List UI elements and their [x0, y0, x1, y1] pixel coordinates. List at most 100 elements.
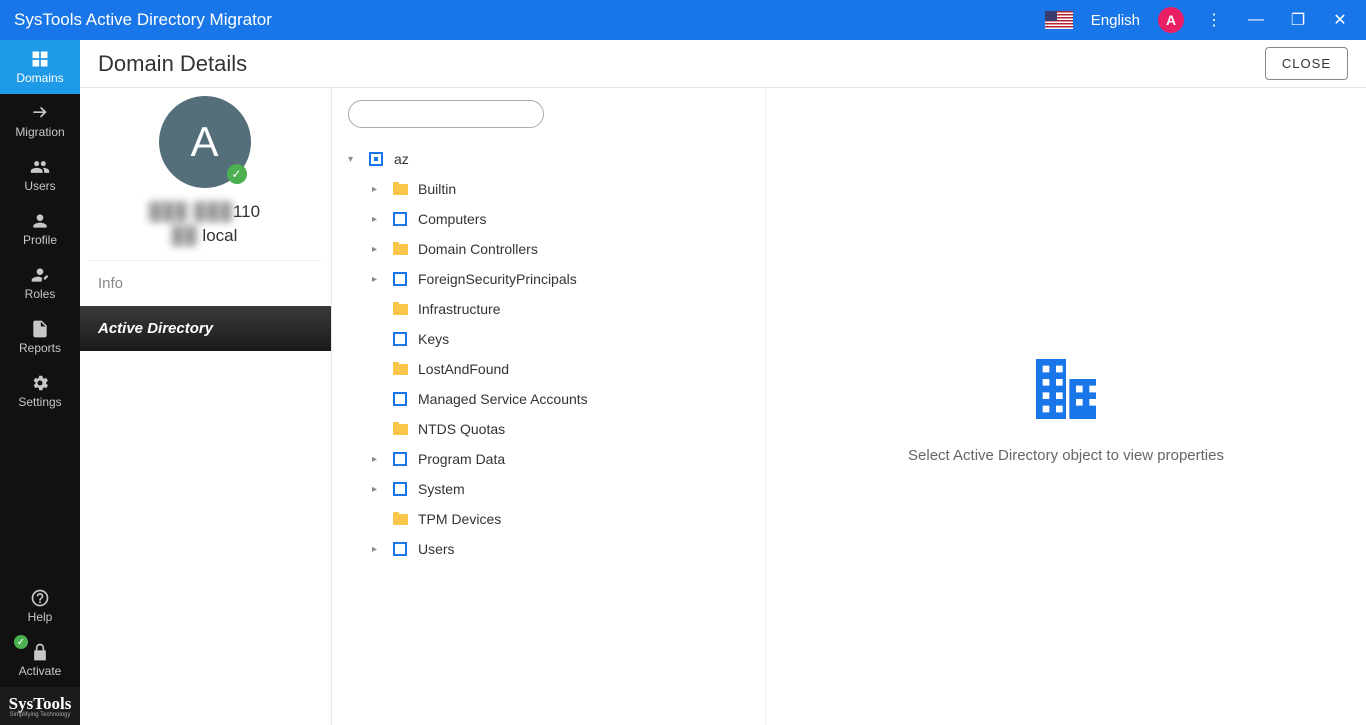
domain-name: ███ ███110 ██ local — [149, 200, 260, 248]
tree-node[interactable]: Infrastructure — [348, 294, 749, 324]
container-icon — [392, 542, 408, 556]
tree-node[interactable]: ▸ System — [348, 474, 749, 504]
domain-avatar-letter: A — [190, 118, 218, 166]
sidebar-item-label: Settings — [18, 395, 61, 409]
domain-avatar: A ✓ — [159, 96, 251, 188]
tree-node[interactable]: Keys — [348, 324, 749, 354]
user-avatar-button[interactable]: A — [1158, 7, 1184, 33]
expand-icon[interactable]: ▸ — [372, 484, 382, 495]
container-icon — [392, 212, 408, 226]
profile-icon — [30, 211, 50, 231]
tree-node[interactable]: ▸ Program Data — [348, 444, 749, 474]
tree-node-label: LostAndFound — [418, 361, 509, 377]
tree-node[interactable]: ▸ Users — [348, 534, 749, 564]
search-input[interactable] — [359, 107, 535, 122]
placeholder-message: Select Active Directory object to view p… — [908, 447, 1224, 464]
tab-active-directory[interactable]: Active Directory — [80, 306, 331, 351]
sidebar-item-reports[interactable]: Reports — [0, 310, 80, 364]
verified-badge-icon: ✓ — [227, 164, 247, 184]
brand-name: SysTools — [9, 694, 72, 714]
sidebar-item-label: Help — [28, 610, 53, 624]
page-title: Domain Details — [98, 51, 1265, 77]
container-icon — [392, 332, 408, 346]
migration-icon — [30, 103, 50, 123]
folder-icon — [392, 422, 408, 436]
domains-icon — [30, 49, 50, 69]
search-box[interactable] — [348, 100, 544, 128]
sidebar-item-help[interactable]: Help — [0, 579, 80, 633]
sidebar-item-settings[interactable]: Settings — [0, 364, 80, 418]
properties-panel: Select Active Directory object to view p… — [766, 88, 1366, 725]
tree-node-label: Users — [418, 541, 455, 557]
container-icon — [392, 452, 408, 466]
container-icon — [392, 482, 408, 496]
expand-icon[interactable]: ▸ — [372, 544, 382, 555]
tree-node-label: ForeignSecurityPrincipals — [418, 271, 577, 287]
tree-node-label: Infrastructure — [418, 301, 500, 317]
titlebar: SysTools Active Directory Migrator Engli… — [0, 0, 1366, 40]
tree-node-label: Builtin — [418, 181, 456, 197]
building-icon — [1026, 349, 1106, 429]
maximize-icon[interactable]: ❐ — [1286, 8, 1310, 32]
language-selector[interactable]: English — [1091, 12, 1140, 29]
folder-icon — [392, 512, 408, 526]
collapse-icon[interactable]: ▾ — [348, 154, 358, 165]
expand-icon[interactable]: ▸ — [372, 184, 382, 195]
expand-icon[interactable]: ▸ — [372, 454, 382, 465]
tree-node-label: Program Data — [418, 451, 505, 467]
tree-node[interactable]: ▸ Computers — [348, 204, 749, 234]
expand-icon[interactable]: ▸ — [372, 214, 382, 225]
users-icon — [30, 157, 50, 177]
status-dot-icon: ✓ — [14, 635, 28, 649]
tree-node-label: NTDS Quotas — [418, 421, 505, 437]
expand-icon[interactable]: ▸ — [372, 274, 382, 285]
tree-node-label: System — [418, 481, 465, 497]
tree-root[interactable]: ▾ az — [348, 144, 749, 174]
sidebar-item-profile[interactable]: Profile — [0, 202, 80, 256]
folder-icon — [392, 362, 408, 376]
flag-icon — [1045, 11, 1073, 29]
tree-node-label: az — [394, 151, 409, 167]
tree-node-label: Managed Service Accounts — [418, 391, 588, 407]
folder-icon — [392, 242, 408, 256]
tree-node[interactable]: TPM Devices — [348, 504, 749, 534]
tree-node-label: Keys — [418, 331, 449, 347]
sidebar-item-domains[interactable]: Domains — [0, 40, 80, 94]
sidebar-item-migration[interactable]: Migration — [0, 94, 80, 148]
activate-icon — [30, 642, 50, 662]
tree-node[interactable]: Managed Service Accounts — [348, 384, 749, 414]
tree-node[interactable]: ▸ ForeignSecurityPrincipals — [348, 264, 749, 294]
tree-node[interactable]: NTDS Quotas — [348, 414, 749, 444]
more-menu-icon[interactable]: ⋮ — [1202, 8, 1226, 32]
minimize-icon[interactable]: — — [1244, 8, 1268, 32]
close-button[interactable]: CLOSE — [1265, 47, 1348, 80]
sidebar: Domains Migration Users Profile Roles Re… — [0, 40, 80, 725]
sidebar-item-roles[interactable]: Roles — [0, 256, 80, 310]
close-window-icon[interactable]: ✕ — [1328, 8, 1352, 32]
tree-node-label: Domain Controllers — [418, 241, 538, 257]
domain-panel: A ✓ ███ ███110 ██ local Info Active Dire… — [80, 88, 332, 725]
container-icon — [392, 272, 408, 286]
tree-node[interactable]: LostAndFound — [348, 354, 749, 384]
reports-icon — [30, 319, 50, 339]
settings-icon — [30, 373, 50, 393]
app-title: SysTools Active Directory Migrator — [14, 10, 1045, 30]
tree-panel: ▾ az ▸ Builtin ▸ Computers ▸ Domain Controlle… — [332, 88, 766, 725]
folder-icon — [392, 302, 408, 316]
tree-node-label: TPM Devices — [418, 511, 501, 527]
expand-icon[interactable]: ▸ — [372, 244, 382, 255]
sidebar-item-label: Roles — [25, 287, 56, 301]
tree-node[interactable]: ▸ Domain Controllers — [348, 234, 749, 264]
sidebar-item-label: Reports — [19, 341, 61, 355]
roles-icon — [30, 265, 50, 285]
tree-node[interactable]: ▸ Builtin — [348, 174, 749, 204]
sidebar-item-users[interactable]: Users — [0, 148, 80, 202]
help-icon — [30, 588, 50, 608]
org-icon — [368, 152, 384, 166]
brand-footer: SysTools Simplifying Technology — [0, 687, 80, 725]
sidebar-item-activate[interactable]: ✓ Activate — [0, 633, 80, 687]
sidebar-item-label: Activate — [19, 664, 62, 678]
sidebar-item-label: Profile — [23, 233, 57, 247]
tab-info[interactable]: Info — [80, 261, 331, 306]
tree-node-label: Computers — [418, 211, 486, 227]
